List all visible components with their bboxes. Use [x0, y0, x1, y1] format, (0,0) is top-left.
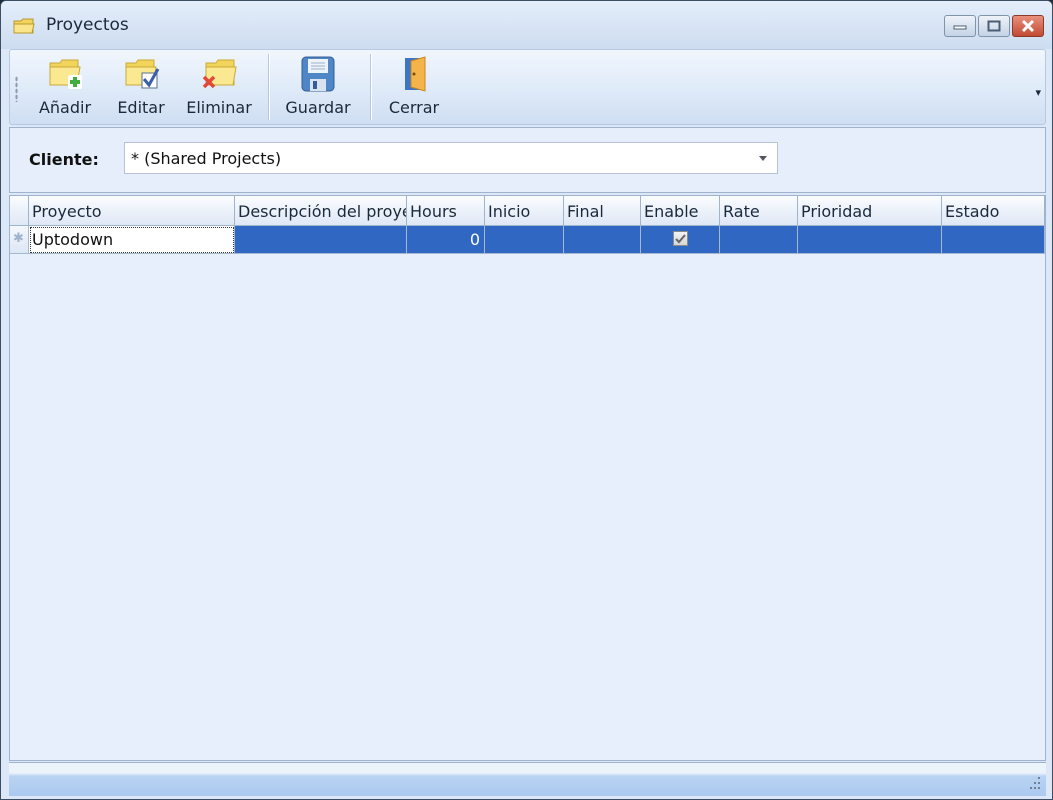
folder-add-icon	[45, 54, 85, 94]
add-button[interactable]: Añadir	[34, 54, 96, 120]
column-header-rate[interactable]: Rate	[720, 196, 798, 226]
column-header-estado[interactable]: Estado	[942, 196, 1045, 226]
column-header-hours[interactable]: Hours	[407, 196, 485, 226]
save-button[interactable]: Guardar	[282, 54, 354, 120]
add-button-label: Añadir	[38, 98, 92, 117]
enable-checkbox[interactable]	[672, 231, 688, 246]
folder-icon	[13, 18, 35, 34]
toolbar-separator	[268, 54, 269, 120]
column-header-proyecto[interactable]: Proyecto	[29, 196, 235, 226]
close-icon	[1021, 20, 1035, 32]
save-button-label: Guardar	[285, 98, 351, 117]
column-header-enable[interactable]: Enable	[641, 196, 720, 226]
row-marker[interactable]: ✱	[10, 226, 29, 254]
column-header-inicio[interactable]: Inicio	[485, 196, 564, 226]
cell-descripcion[interactable]	[235, 226, 407, 254]
edit-button-label: Editar	[117, 98, 165, 117]
toolbar-separator	[370, 54, 371, 120]
cell-enable[interactable]	[641, 226, 720, 254]
column-header-descripcion[interactable]: Descripción del proyecto	[235, 196, 407, 226]
restore-button[interactable]	[978, 15, 1010, 37]
cell-hours[interactable]: 0	[407, 226, 485, 254]
edit-button[interactable]: Editar	[110, 54, 172, 120]
client-select-value: * (Shared Projects)	[131, 149, 282, 168]
column-header-prioridad[interactable]: Prioridad	[798, 196, 942, 226]
minimize-button[interactable]	[944, 15, 976, 37]
floppy-save-icon	[298, 54, 338, 94]
toolbar: Añadir Editar Eliminar Guardar Cerrar ▾	[9, 49, 1046, 125]
table-row[interactable]: ✱ Uptodown 0	[10, 226, 1045, 254]
grid-header: Proyecto Descripción del proyecto Hours …	[10, 196, 1045, 226]
toolbar-grip[interactable]	[15, 76, 18, 102]
client-label: Cliente:	[29, 150, 99, 169]
delete-button-label: Eliminar	[186, 98, 252, 117]
minimize-icon	[953, 25, 967, 30]
delete-button[interactable]: Eliminar	[186, 54, 252, 120]
client-filter-panel: Cliente: * (Shared Projects)	[9, 127, 1046, 193]
checkmark-icon	[674, 233, 686, 243]
toolbar-overflow-button[interactable]: ▾	[1035, 86, 1041, 99]
chevron-down-icon[interactable]	[759, 156, 767, 161]
cell-proyecto[interactable]: Uptodown	[29, 226, 235, 254]
client-select[interactable]: * (Shared Projects)	[124, 142, 778, 174]
cell-final[interactable]	[564, 226, 641, 254]
close-button[interactable]	[1012, 15, 1044, 37]
projects-grid: Proyecto Descripción del proyecto Hours …	[9, 195, 1046, 761]
folder-delete-icon	[199, 54, 239, 94]
cell-inicio[interactable]	[485, 226, 564, 254]
resize-grip-icon[interactable]	[1026, 775, 1042, 791]
close-form-button-label: Cerrar	[388, 98, 440, 117]
projects-window: Proyectos Añadir Editar Eliminar Guardar…	[0, 0, 1053, 800]
cell-rate[interactable]	[720, 226, 798, 254]
title-bar[interactable]: Proyectos	[1, 1, 1052, 49]
cell-prioridad[interactable]	[798, 226, 942, 254]
restore-icon	[987, 20, 1001, 32]
close-form-button[interactable]: Cerrar	[382, 54, 446, 120]
folder-edit-icon	[121, 54, 161, 94]
column-header-final[interactable]: Final	[564, 196, 641, 226]
cell-estado[interactable]	[942, 226, 1045, 254]
row-header-corner	[10, 196, 29, 226]
status-bar	[9, 762, 1046, 796]
window-title: Proyectos	[46, 15, 129, 35]
door-exit-icon	[394, 54, 434, 94]
